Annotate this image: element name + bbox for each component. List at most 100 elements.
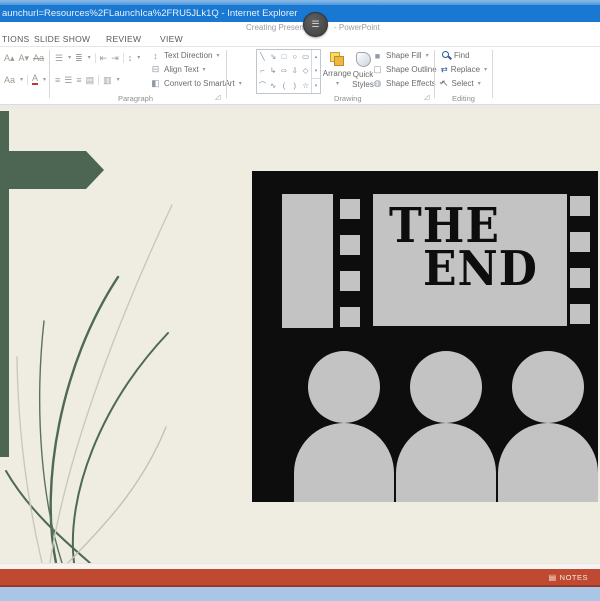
audience-body — [396, 423, 496, 502]
ie-title-text: aunchurl=Resources%2FLaunchIca%2FRU5JLk1… — [2, 8, 298, 19]
shape-outline-button[interactable]: ▢ Shape Outline ▾ — [372, 63, 443, 76]
shape-fill-button[interactable]: ■ Shape Fill ▾ — [372, 49, 429, 62]
audience-body — [294, 423, 394, 502]
audience-head — [512, 351, 584, 423]
select-icon: ↖ — [441, 78, 449, 88]
divider — [27, 74, 29, 85]
divider — [94, 52, 96, 63]
notes-button[interactable]: ▤ NOTES — [549, 569, 588, 585]
replace-button[interactable]: ⇄ Replace ▾ — [441, 63, 487, 76]
film-sprocket-hole — [340, 271, 360, 291]
shape-connector-icon[interactable]: ⌐ — [257, 64, 268, 78]
powerpoint-titlebar: Creating Presen - PowerPoint ☰ — [0, 12, 600, 37]
chevron-down-icon: ▾ — [68, 55, 72, 61]
numbering-button[interactable]: ≣ — [75, 52, 83, 64]
text-direction-label: Text Direction — [164, 51, 213, 60]
select-button[interactable]: ↖ Select ▾ — [441, 77, 481, 90]
font-color-button[interactable]: A — [32, 74, 39, 85]
increase-indent-button[interactable]: ⇥ — [111, 52, 119, 64]
replace-icon: ⇄ — [441, 65, 448, 74]
clear-formatting-button[interactable]: Aa — [33, 52, 44, 64]
decrease-indent-button[interactable]: ⇤ — [100, 52, 108, 64]
slide-canvas[interactable]: THE END — [0, 105, 600, 563]
chevron-down-icon: ▾ — [484, 67, 488, 73]
arrange-icon — [330, 52, 344, 66]
shape-rectangle-icon[interactable]: □ — [279, 50, 290, 64]
tab-slide-show[interactable]: SLIDE SHOW — [34, 34, 90, 44]
find-button[interactable]: Find — [441, 49, 470, 62]
app-title-right: - PowerPoint — [334, 23, 380, 32]
align-text-button[interactable]: ⊟ Align Text ▾ — [150, 63, 206, 76]
columns-button[interactable]: ▥ — [103, 74, 112, 86]
chevron-down-icon: ▾ — [137, 55, 141, 61]
shape-effects-button[interactable]: ◍ Shape Effects ▾ — [372, 77, 443, 90]
shape-arc-icon[interactable]: ⌒ — [257, 79, 268, 93]
gallery-scroll-up[interactable]: ▴ — [312, 50, 320, 64]
tab-tions[interactable]: TIONS — [2, 34, 29, 44]
shape-diamond-icon[interactable]: ◇ — [300, 64, 311, 78]
group-separator — [226, 50, 227, 98]
shape-line-icon[interactable]: ╲ — [257, 50, 268, 64]
align-center-button[interactable]: ☰ — [64, 74, 72, 86]
find-icon — [441, 50, 452, 61]
overlay-menu-badge[interactable]: ☰ — [303, 12, 328, 37]
shape-effects-icon: ◍ — [373, 78, 382, 88]
tab-review[interactable]: REVIEW — [106, 34, 141, 44]
shape-outline-icon: ▢ — [373, 64, 382, 74]
text-direction-button[interactable]: ↕ Text Direction ▾ — [150, 49, 219, 62]
justify-button[interactable]: ▤ — [86, 74, 95, 86]
shape-outline-label: Shape Outline — [386, 65, 437, 74]
gallery-scroll-down[interactable]: ▾ — [312, 64, 320, 78]
gallery-more-button[interactable]: ▾ — [312, 78, 320, 93]
shape-right-brace-icon[interactable]: ) — [289, 79, 300, 93]
window-bottom-edge — [0, 585, 600, 601]
shape-arrow-icon[interactable]: ⇘ — [268, 50, 279, 64]
shape-oval-icon[interactable]: ○ — [289, 50, 300, 64]
shape-right-arrow-icon[interactable]: ⇨ — [279, 64, 290, 78]
chevron-down-icon: ▾ — [202, 67, 206, 73]
shape-fill-label: Shape Fill — [386, 51, 422, 60]
status-bar: ▤ NOTES — [0, 569, 600, 585]
film-sprocket-hole — [340, 307, 360, 327]
chevron-down-icon: ▾ — [20, 77, 24, 83]
align-right-button[interactable]: ≡ — [76, 74, 81, 86]
tab-view[interactable]: VIEW — [160, 34, 183, 44]
paragraph-dialog-launcher[interactable]: ◿ — [215, 93, 220, 101]
shape-effects-label: Shape Effects — [386, 79, 436, 88]
chevron-down-icon: ▾ — [87, 55, 91, 61]
gallery-scrollbar: ▴ ▾ ▾ — [311, 50, 320, 93]
grow-font-button[interactable]: A▴ — [4, 52, 15, 64]
film-sprocket-hole — [570, 196, 590, 216]
shape-elbow-arrow-icon[interactable]: ↳ — [268, 64, 279, 78]
shape-rounded-rect-icon[interactable]: ▭ — [300, 50, 311, 64]
ie-titlebar: aunchurl=Resources%2FLaunchIca%2FRU5JLk1… — [0, 5, 600, 22]
chevron-down-icon: ▾ — [477, 81, 481, 87]
convert-to-smartart-button[interactable]: ◧ Convert to SmartArt ▾ — [150, 77, 241, 90]
shape-star-icon[interactable]: ☆ — [300, 79, 311, 93]
shape-left-brace-icon[interactable]: ( — [279, 79, 290, 93]
bullets-button[interactable]: ☰ — [55, 52, 63, 64]
editing-group-label: Editing — [452, 94, 475, 103]
change-case-button[interactable]: Aa — [4, 74, 15, 86]
film-sprocket-hole — [340, 235, 360, 255]
group-separator — [434, 50, 435, 98]
align-left-button[interactable]: ≡ — [55, 74, 60, 86]
audience-head — [308, 351, 380, 423]
chevron-down-icon: ▾ — [116, 77, 120, 83]
audience-body — [498, 423, 598, 502]
divider — [98, 74, 100, 85]
film-sprocket-hole — [570, 268, 590, 288]
group-separator — [492, 50, 493, 98]
convert-to-smartart-label: Convert to SmartArt — [164, 79, 235, 88]
line-spacing-button[interactable]: ↕ — [128, 52, 133, 64]
filmstrip-left-panel — [282, 194, 333, 328]
shape-down-arrow-icon[interactable]: ⇩ — [289, 64, 300, 78]
find-label: Find — [454, 51, 470, 60]
smartart-icon: ◧ — [151, 78, 160, 88]
chevron-down-icon: ▾ — [216, 53, 220, 59]
shape-curve-icon[interactable]: ∿ — [268, 79, 279, 93]
chevron-down-icon: ▾ — [43, 77, 47, 83]
the-end-clipart[interactable]: THE END — [252, 171, 598, 502]
drawing-dialog-launcher[interactable]: ◿ — [424, 93, 429, 101]
shrink-font-button[interactable]: A▾ — [19, 52, 30, 64]
